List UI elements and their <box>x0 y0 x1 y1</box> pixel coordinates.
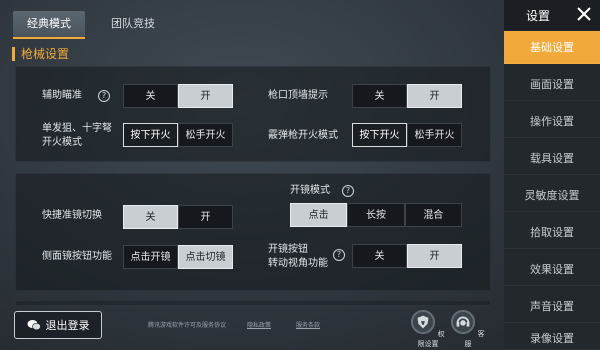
sidebar-item-sound[interactable]: 声音设置 <box>504 290 600 323</box>
logout-label: 退出登录 <box>45 319 90 332</box>
sniper-release-fire[interactable]: 松手开火 <box>178 123 233 147</box>
close-icon[interactable] <box>575 5 593 23</box>
sidebar-item-graphics[interactable]: 画面设置 <box>504 68 600 101</box>
scope-settings-panel <box>15 173 491 291</box>
shotgun-release-fire[interactable]: 松手开火 <box>407 123 462 147</box>
scope-turn-off[interactable]: 关 <box>352 244 407 268</box>
sidebar-item-basic[interactable]: 基础设置 <box>504 31 600 64</box>
scope-turn-toggle[interactable]: 关 开 <box>352 244 462 268</box>
help-icon[interactable]: ? <box>342 185 354 197</box>
sidebar-item-sensitivity[interactable]: 灵敏度设置 <box>504 179 600 212</box>
scope-turn-label-line1: 开镜按钮 <box>268 244 308 255</box>
scope-turn-on[interactable]: 开 <box>407 244 462 268</box>
logout-button[interactable]: 退出登录 <box>14 311 102 339</box>
sidebar-title: 设置 <box>526 9 551 23</box>
help-icon[interactable]: ? <box>333 249 345 261</box>
sidebar-item-replay[interactable]: 录像设置 <box>504 327 600 350</box>
scope-mode-selector[interactable]: 点击 长按 混合 <box>290 203 462 227</box>
next-panel-edge <box>15 300 491 306</box>
headset-icon <box>451 310 476 334</box>
tab-team-mode[interactable]: 团队竞技 <box>93 11 173 37</box>
muzzle-hint-label: 枪口顶墙提示 <box>268 90 328 101</box>
side-button-tap-scope[interactable]: 点击开镜 <box>123 245 178 269</box>
sidebar-item-controls[interactable]: 操作设置 <box>504 105 600 138</box>
permissions-button[interactable]: 权限设置 <box>411 310 445 349</box>
quick-switch-off[interactable]: 关 <box>123 205 178 229</box>
muzzle-hint-on[interactable]: 开 <box>407 84 462 108</box>
shield-icon <box>411 310 436 334</box>
help-icon[interactable]: ? <box>98 90 110 102</box>
aim-assist-toggle[interactable]: 关 开 <box>123 84 233 108</box>
wechat-icon <box>27 320 41 331</box>
scope-mode-mixed[interactable]: 混合 <box>404 203 462 227</box>
shotgun-press-fire[interactable]: 按下开火 <box>352 123 407 147</box>
side-button-switch-scope[interactable]: 点击切镜 <box>178 245 233 269</box>
sniper-press-fire[interactable]: 按下开火 <box>123 123 178 147</box>
muzzle-hint-off[interactable]: 关 <box>352 84 407 108</box>
support-button[interactable]: 客服 <box>451 310 485 349</box>
aim-assist-off[interactable]: 关 <box>123 84 178 108</box>
tab-classic-mode[interactable]: 经典模式 <box>13 11 85 39</box>
aim-assist-label: 辅助瞄准 <box>42 90 82 101</box>
sniper-fire-toggle[interactable]: 按下开火 松手开火 <box>123 123 233 147</box>
quick-switch-label: 快捷准镜切换 <box>42 210 102 221</box>
section-title: 枪械设置 <box>12 47 69 61</box>
scope-mode-hold[interactable]: 长按 <box>347 203 405 227</box>
scope-mode-tap[interactable]: 点击 <box>290 203 348 227</box>
side-button-label: 侧面镜按钮功能 <box>42 251 112 262</box>
quick-switch-on[interactable]: 开 <box>178 205 233 229</box>
quick-switch-toggle[interactable]: 关 开 <box>123 205 233 229</box>
privacy-link[interactable]: 隐私政策 <box>247 320 271 329</box>
terms-link[interactable]: 服务条款 <box>296 320 320 329</box>
muzzle-hint-toggle[interactable]: 关 开 <box>352 84 462 108</box>
scope-turn-label-line2: 转动视角功能 <box>268 258 328 269</box>
sidebar-item-vehicle[interactable]: 载具设置 <box>504 142 600 175</box>
side-button-toggle[interactable]: 点击开镜 点击切镜 <box>123 245 233 269</box>
scope-mode-label: 开镜模式 <box>290 185 330 196</box>
sidebar-item-pickup[interactable]: 拾取设置 <box>504 216 600 249</box>
license-link[interactable]: 腾讯游戏软件许可及服务协议 <box>148 320 226 329</box>
sniper-fire-label-line2: 开火模式 <box>42 137 82 148</box>
sniper-fire-label-line1: 单发狙、十字弩 <box>42 123 112 134</box>
aim-assist-on[interactable]: 开 <box>178 84 233 108</box>
sidebar-item-effects[interactable]: 效果设置 <box>504 253 600 286</box>
shotgun-fire-label: 霰弹枪开火模式 <box>268 130 338 141</box>
shotgun-fire-toggle[interactable]: 按下开火 松手开火 <box>352 123 462 147</box>
